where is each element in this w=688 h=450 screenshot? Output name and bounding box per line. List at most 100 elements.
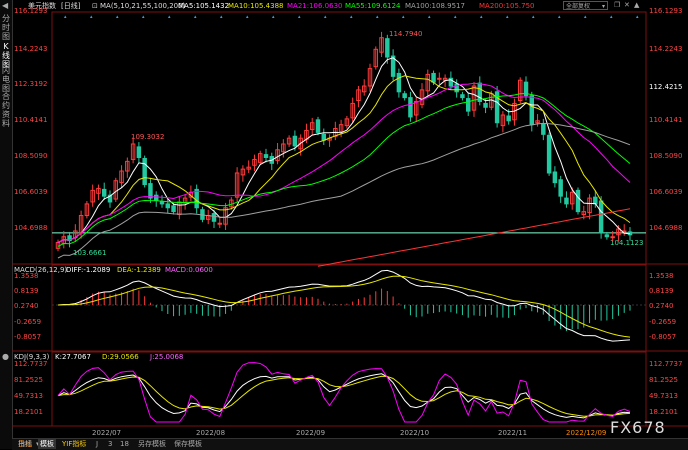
candle (153, 191, 159, 207)
candle-body (465, 98, 471, 112)
event-marker-icon: ▴ (90, 14, 93, 20)
macd-tick-right: 0.2740 (649, 302, 674, 310)
candle-body (263, 154, 269, 159)
candle (517, 77, 523, 104)
candle-body (529, 95, 535, 126)
price-tick-right: 108.5090 (649, 152, 682, 160)
candle (252, 154, 257, 172)
candle (500, 111, 506, 133)
price-tick-right: 116.1293 (649, 7, 682, 15)
event-marker-icon: ▴ (220, 14, 223, 20)
kdj-k: K:27.7067 (55, 353, 91, 361)
candle (465, 92, 471, 116)
ma5-label: MA5:105.1432 (178, 2, 229, 10)
macd-dea: DEA:-1.2389 (117, 266, 161, 274)
event-marker-icon: ▴ (246, 14, 249, 20)
candle (344, 115, 350, 129)
tab-yif-indicator[interactable]: YIF指标 (62, 439, 86, 449)
candle-body (564, 197, 569, 205)
candle (460, 91, 465, 101)
candle (101, 182, 107, 201)
candle-body (460, 94, 465, 99)
macd-dea-line (57, 275, 631, 338)
tab-j[interactable]: J (96, 439, 98, 449)
candle-body (506, 115, 511, 122)
kdj-j: J:25.0068 (149, 353, 183, 361)
ma200-line (317, 208, 631, 267)
candle (437, 72, 442, 85)
candle (315, 116, 321, 136)
candle (177, 196, 182, 220)
candle (84, 200, 90, 219)
price-tick-right: 114.2243 (649, 45, 682, 53)
price-tick: 112.3192 (14, 80, 47, 88)
candle-body (153, 194, 159, 201)
candle-body (610, 236, 615, 239)
save-as-template-button[interactable]: 另存模板 (138, 439, 166, 449)
event-marker-icon: ▴ (454, 14, 457, 20)
tab-indicator[interactable]: 指标 (18, 439, 32, 449)
candle (535, 114, 540, 127)
event-marker-icon: ▴ (480, 14, 483, 20)
july-high-annotation: 109.3032 (131, 133, 164, 141)
macd-tick-right: 1.3538 (649, 272, 674, 280)
price-tick: 114.2243 (14, 45, 47, 53)
plot-layer (52, 31, 646, 423)
candle (327, 134, 332, 147)
tab-template[interactable]: 模板 (38, 439, 56, 449)
x-axis: 2022/07 2022/08 2022/09 2022/10 2022/11 … (92, 429, 606, 437)
tab-3[interactable]: 3 (108, 439, 112, 449)
event-marker-icon: ▴ (376, 14, 379, 20)
candle (558, 175, 563, 203)
candle (494, 86, 500, 128)
candle-body (546, 134, 552, 174)
candle (321, 128, 327, 145)
candle (96, 184, 101, 201)
price-tick: 104.6988 (14, 224, 47, 232)
watermark: FX678 (610, 418, 666, 437)
candle (356, 86, 361, 108)
recent-low-annotation: 104.1123 (610, 239, 643, 247)
kdj-tick-right: 18.2101 (649, 408, 678, 416)
candle-body (541, 123, 546, 135)
macd-diff: DIFF:-1.2089 (66, 266, 110, 274)
price-tick: 106.6039 (14, 188, 47, 196)
candle-body (136, 146, 142, 159)
candle (142, 155, 147, 188)
price-tick: 108.5090 (14, 152, 47, 160)
candle (309, 117, 315, 136)
x-tick-current: 2022/12/09 (566, 429, 606, 437)
candle (286, 135, 292, 147)
ma10-label: MA10:105.4388 (228, 2, 284, 10)
chart-canvas[interactable]: ▴ ▴ ▴ ▴ ▴ ▴ ▴ ▴ ▴ ▴ ▴ ▴ ▴ ▴ ▴ ▴ ▴ ▴ ▴ ▴ ▴ ▴ ▴ 美元指数 [日线] ⊡ MA(5… (0, 0, 688, 449)
candle-body (437, 77, 442, 80)
candle (361, 79, 367, 96)
candle (564, 191, 569, 208)
event-marker-icon: ▴ (558, 14, 561, 20)
candle (373, 46, 379, 70)
candle (541, 118, 546, 141)
candle (234, 167, 240, 202)
event-marker-icon: ▴ (584, 14, 587, 20)
ma21-label: MA21:106.0630 (287, 2, 343, 10)
candle-body (171, 205, 176, 213)
candle (257, 150, 263, 166)
price-legend: 美元指数 [日线] ⊡ MA(5,10,21,55,100,200) MA5:1… (28, 1, 535, 10)
candle (136, 142, 142, 164)
candle (148, 177, 153, 203)
candle-body (101, 188, 107, 197)
macd-tick: 1.3538 (14, 272, 39, 280)
candle (575, 187, 581, 215)
candle (425, 69, 431, 97)
event-marker-icon: ▴ (168, 14, 171, 20)
candle (275, 143, 280, 165)
event-marker-icon: ▴ (506, 14, 509, 20)
candle-body (552, 171, 558, 184)
macd-axis: 1.3538 0.8139 0.2740 -0.2659 -0.8057 1.3… (14, 272, 676, 341)
save-template-button[interactable]: 保存模板 (174, 439, 202, 449)
ma-settings-icon[interactable]: ⊡ (92, 2, 98, 10)
price-axis-right: 116.1293 114.2243 110.4141 108.5090 106.… (649, 7, 682, 232)
kdj-d: D:29.0566 (102, 353, 139, 361)
tab-18[interactable]: 18 (120, 439, 129, 449)
ma55-label: MA55:109.6124 (345, 2, 401, 10)
